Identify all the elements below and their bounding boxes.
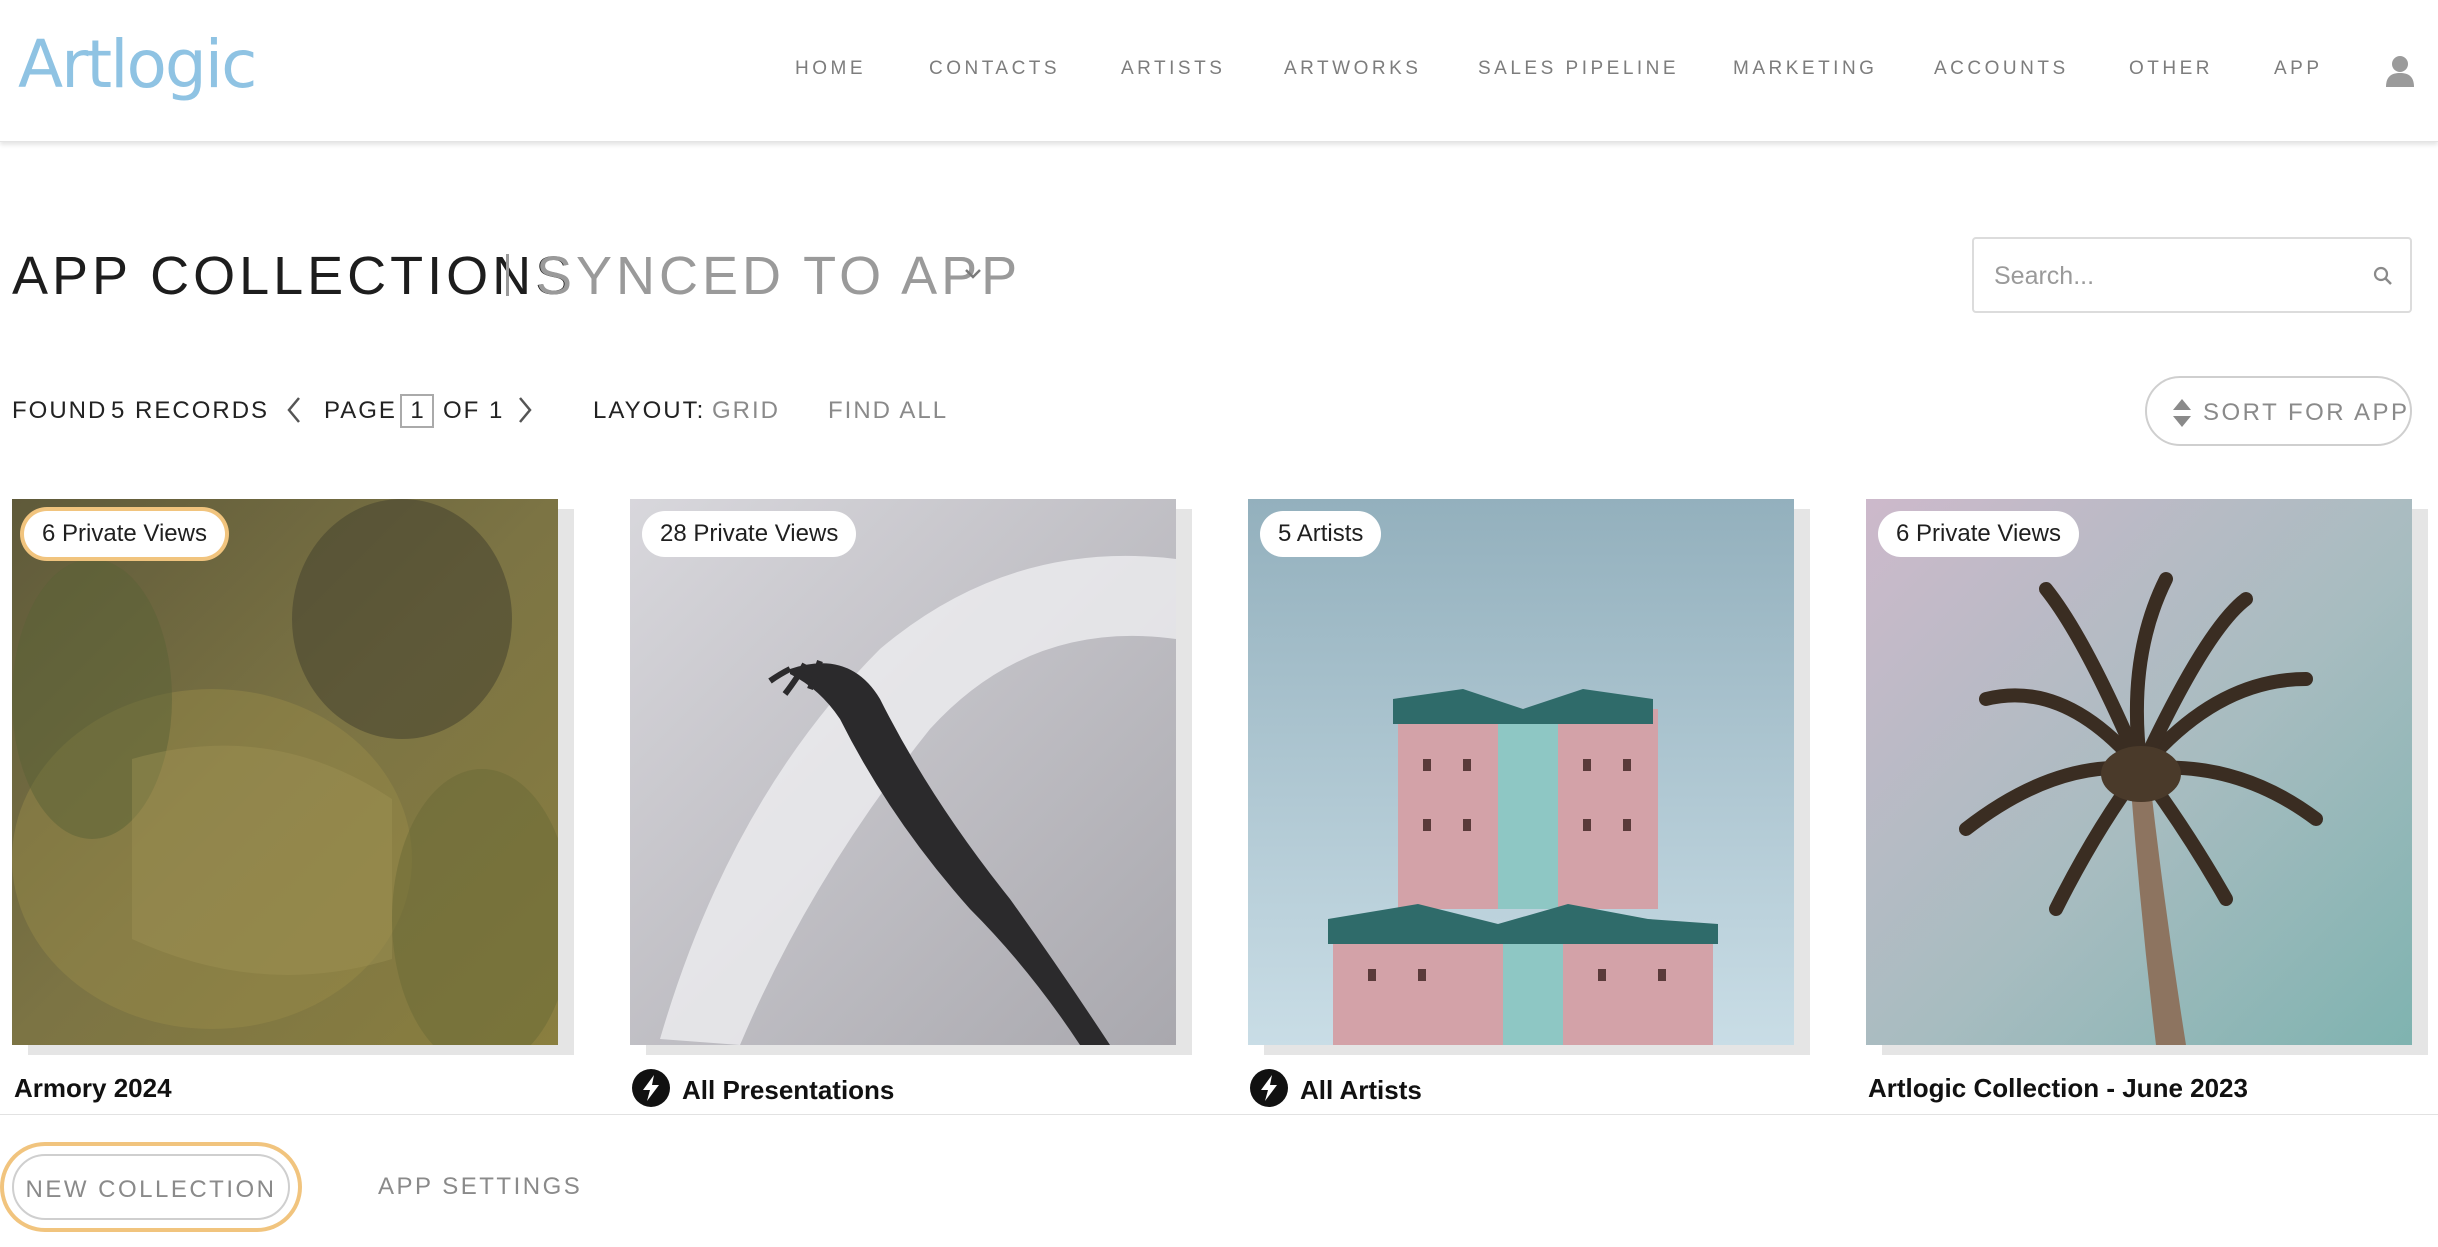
nav-app[interactable]: APP [2274,58,2323,80]
nav-other[interactable]: OTHER [2129,58,2213,80]
sort-label: SORT FOR APP [2203,399,2410,426]
nav-artists[interactable]: ARTISTS [1121,58,1225,80]
chevron-down-icon[interactable] [962,262,984,284]
found-label: FOUND [12,397,108,424]
collection-thumbnail[interactable] [1248,499,1794,1045]
smart-collection-icon [1250,1069,1288,1107]
new-collection-label: NEW COLLECTION [25,1176,277,1203]
layout-label: LAYOUT: [593,397,706,424]
footer-divider [0,1114,2438,1115]
find-all-link[interactable]: FIND ALL [828,397,948,425]
prev-page-icon[interactable] [282,394,306,426]
nav-accounts[interactable]: ACCOUNTS [1934,58,2069,80]
nav-contacts[interactable]: CONTACTS [929,58,1060,80]
view-selector[interactable]: SYNCED TO APP [536,245,1021,307]
records-count: 5 RECORDS [111,397,270,424]
page-number-input[interactable]: 1 [400,394,434,428]
collection-count-badge: 28 Private Views [642,511,857,557]
page-label: PAGE [324,397,397,424]
collection-name[interactable]: Artlogic Collection - June 2023 [1868,1073,2248,1104]
top-header: Artlogic HOME CONTACTS ARTISTS ARTWORKS … [0,0,2438,142]
sort-icon [2173,399,2191,427]
collection-name[interactable]: All Artists [1300,1075,1422,1106]
sort-for-app-button[interactable]: SORT FOR APP [2145,376,2412,446]
next-page-icon[interactable] [513,394,537,426]
collection-count-badge: 6 Private Views [24,511,225,557]
collection-thumbnail[interactable] [12,499,558,1045]
artlogic-logo[interactable]: Artlogic [18,26,257,103]
search-input[interactable] [1994,257,2334,295]
nav-sales-pipeline[interactable]: SALES PIPELINE [1478,58,1679,80]
collection-count-badge: 6 Private Views [1878,511,2079,557]
collection-thumbnail[interactable] [1866,499,2412,1045]
nav-home[interactable]: HOME [795,58,866,80]
collection-count-badge: 5 Artists [1260,511,1382,557]
app-settings-link[interactable]: APP SETTINGS [378,1173,582,1201]
collection-name[interactable]: Armory 2024 [14,1073,172,1104]
new-collection-button[interactable]: NEW COLLECTION [12,1154,290,1220]
search-box [1972,237,2412,313]
nav-marketing[interactable]: MARKETING [1733,58,1877,80]
page-of-label: OF 1 [443,397,505,424]
collection-name[interactable]: All Presentations [682,1075,894,1106]
smart-collection-icon [632,1069,670,1107]
title-separator [506,254,509,296]
layout-toggle[interactable]: GRID [712,397,780,425]
nav-artworks[interactable]: ARTWORKS [1284,58,1421,80]
user-icon[interactable] [2384,54,2416,88]
page-title: APP COLLECTIONS [12,246,576,306]
collection-thumbnail[interactable] [630,499,1176,1045]
search-icon[interactable] [2372,265,2394,287]
